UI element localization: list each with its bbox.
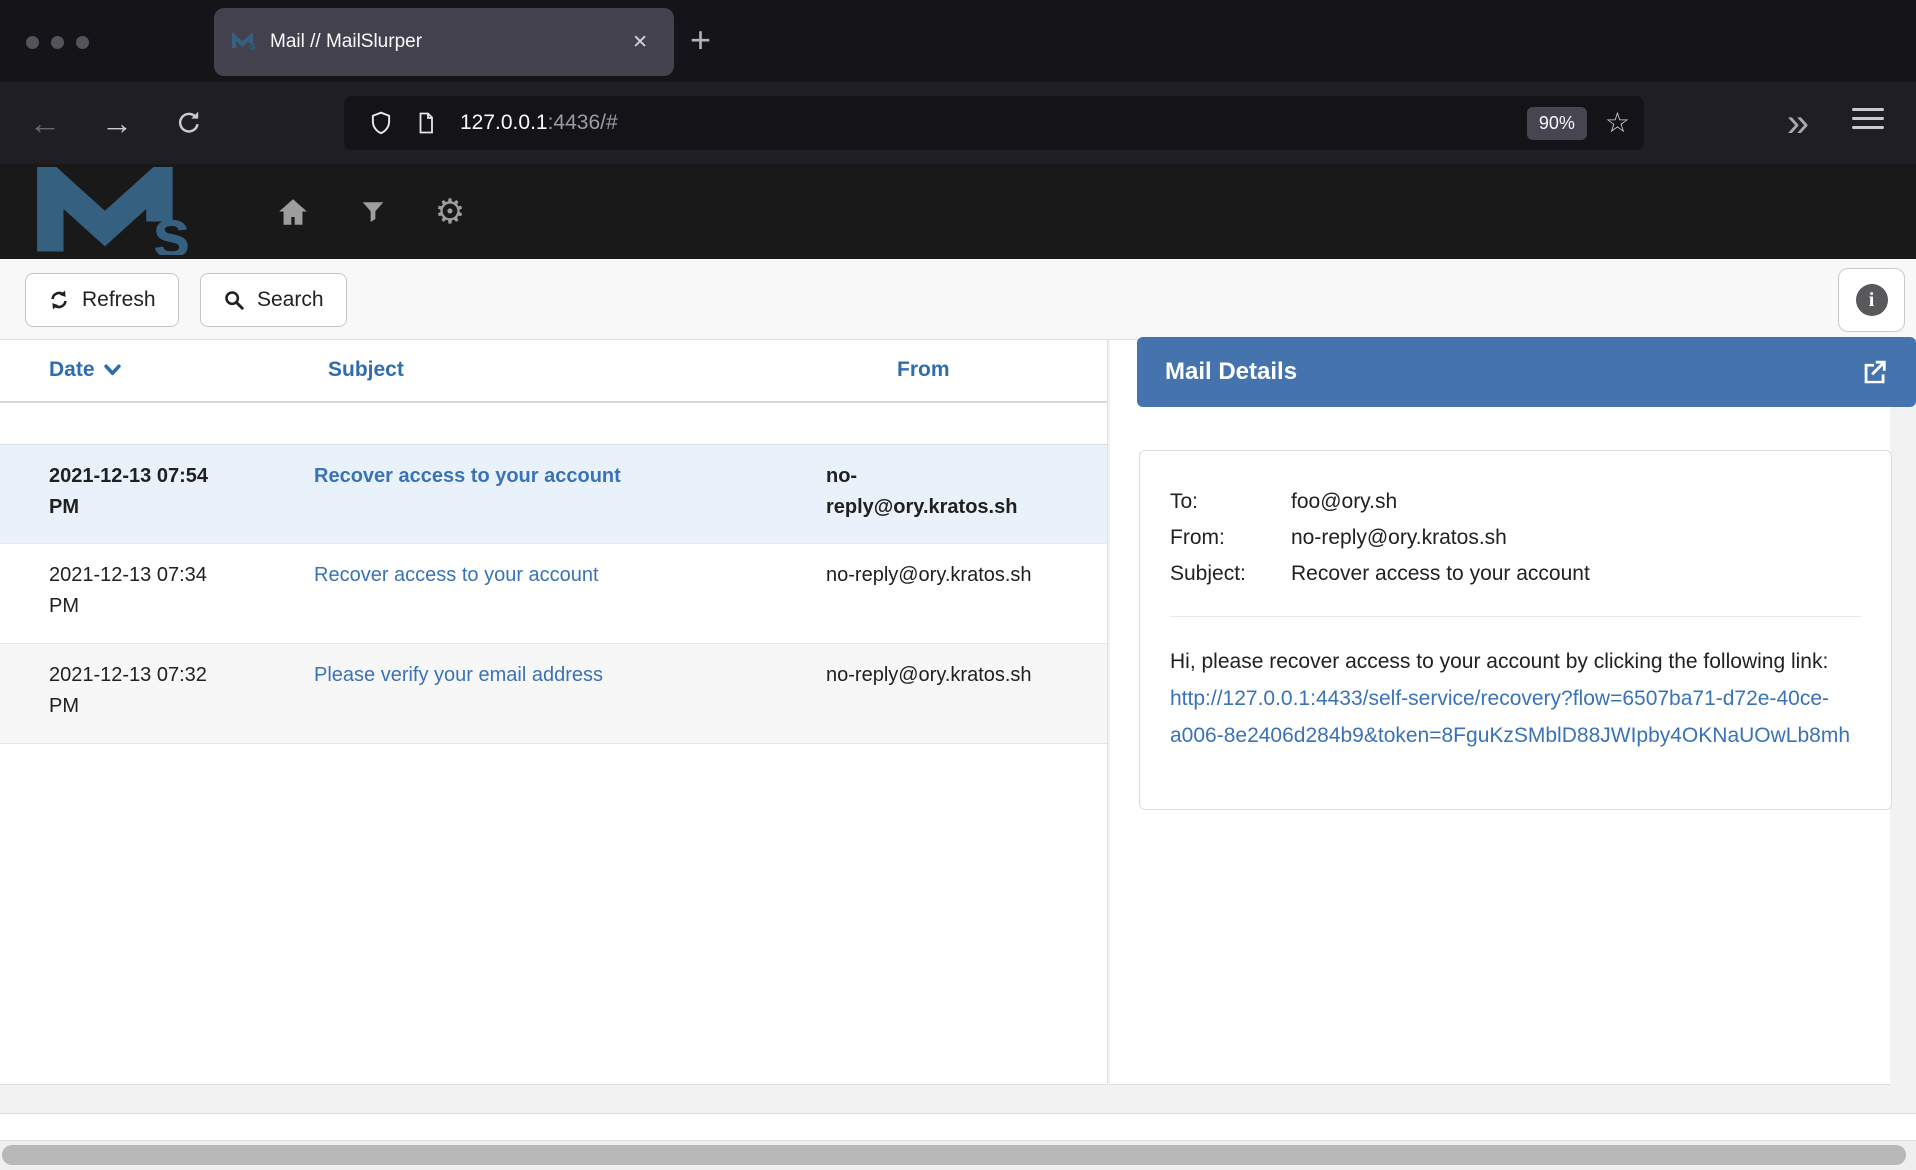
search-button-label: Search [257,288,324,312]
url-path: :4436/# [548,111,618,134]
horizontal-scrollbar-thumb[interactable] [2,1145,1906,1165]
mail-row-date: 2021-12-13 07:32 PM [49,660,229,722]
window-dot[interactable] [51,36,64,49]
forward-icon[interactable]: → [90,82,144,164]
to-label: To: [1170,487,1291,516]
mail-list-panel: Date Subject From 2021-12-13 07:54 PM Re… [0,340,1108,1085]
mail-row-subject[interactable]: Recover access to your account [314,461,794,492]
reload-icon[interactable] [162,82,216,164]
svg-text:s: s [152,195,190,255]
external-link-icon[interactable] [1860,358,1888,386]
bookmark-star-icon[interactable]: ☆ [1605,109,1630,137]
mail-row-date: 2021-12-13 07:34 PM [49,560,229,622]
mail-body: Hi, please recover access to your accoun… [1170,643,1861,754]
mail-row[interactable]: 2021-12-13 07:32 PM Please verify your e… [0,644,1107,744]
zoom-level-badge[interactable]: 90% [1527,107,1587,140]
mail-row-from: no-reply@ory.kratos.sh [826,461,1038,523]
column-header-date[interactable]: Date [49,358,121,382]
horizontal-scrollbar[interactable] [0,1140,1916,1170]
mail-row-from: no-reply@ory.kratos.sh [826,660,1038,691]
gear-icon[interactable]: ⚙ [428,164,472,259]
back-icon[interactable]: ← [18,82,72,164]
window-dot[interactable] [76,36,89,49]
browser-nav-toolbar: ← → 127.0.0.1:4436/# 90% ☆ » [0,82,1916,164]
info-icon: i [1856,284,1888,316]
search-button[interactable]: Search [200,273,347,327]
mail-body-text: Hi, please recover access to your accoun… [1170,650,1828,673]
subject-value: Recover access to your account [1291,559,1861,588]
refresh-button[interactable]: Refresh [25,273,179,327]
mailslurper-logo[interactable]: s [30,167,222,255]
hamburger-menu-icon[interactable] [1852,108,1884,129]
mail-row-subject[interactable]: Please verify your email address [314,660,794,691]
from-label: From: [1170,523,1291,552]
tab-title: Mail // MailSlurper [270,31,624,53]
new-tab-button[interactable]: + [690,18,711,62]
app-toolbar: Refresh Search i [0,259,1916,340]
refresh-button-label: Refresh [82,288,156,312]
url-text[interactable]: 127.0.0.1:4436/# [460,111,618,135]
window-control-dots[interactable] [26,36,89,49]
list-spacer [0,403,1107,444]
mail-row[interactable]: 2021-12-13 07:54 PM Recover access to yo… [0,444,1107,544]
window-dot[interactable] [26,36,39,49]
page-info-icon[interactable] [414,111,438,135]
info-button[interactable]: i [1838,268,1905,332]
filter-icon[interactable] [351,164,395,259]
footer-band [0,1113,1916,1140]
mailslurper-navbar: s ⚙ [0,164,1916,259]
main-content: Date Subject From 2021-12-13 07:54 PM Re… [0,340,1916,1085]
refresh-icon [48,289,70,311]
mail-details-header: Mail Details [1137,337,1916,407]
mail-row-date: 2021-12-13 07:54 PM [49,461,229,523]
mail-row-from: no-reply@ory.kratos.sh [826,560,1038,591]
mailslurper-favicon: s [232,33,256,51]
browser-tabbar: s Mail // MailSlurper ✕ + [0,0,1916,82]
column-header-from[interactable]: From [897,358,950,382]
mail-details-card: To: foo@ory.sh From: no-reply@ory.kratos… [1139,450,1892,810]
column-header-subject[interactable]: Subject [328,358,404,382]
shield-icon[interactable] [368,110,394,136]
from-value: no-reply@ory.kratos.sh [1291,523,1861,552]
subject-label: Subject: [1170,559,1291,588]
url-host: 127.0.0.1 [460,111,548,134]
to-value: foo@ory.sh [1291,487,1861,516]
details-divider [1170,616,1861,617]
search-icon [223,289,245,311]
column-header-date-label: Date [49,358,95,382]
browser-tab[interactable]: s Mail // MailSlurper ✕ [214,8,674,76]
svg-text:s: s [250,41,256,52]
url-bar[interactable]: 127.0.0.1:4436/# 90% ☆ [344,96,1644,150]
sort-chevron-down-icon [104,364,121,376]
mail-details-title: Mail Details [1165,358,1860,386]
recovery-link[interactable]: http://127.0.0.1:4433/self-service/recov… [1170,687,1850,747]
home-icon[interactable] [271,164,315,259]
mail-details-fields: To: foo@ory.sh From: no-reply@ory.kratos… [1170,487,1861,588]
mail-row-subject[interactable]: Recover access to your account [314,560,794,591]
tab-close-icon[interactable]: ✕ [624,27,656,58]
mail-list-header: Date Subject From [0,340,1107,403]
toolbar-overflow-icon[interactable]: » [1770,82,1826,164]
mail-row[interactable]: 2021-12-13 07:34 PM Recover access to yo… [0,544,1107,644]
